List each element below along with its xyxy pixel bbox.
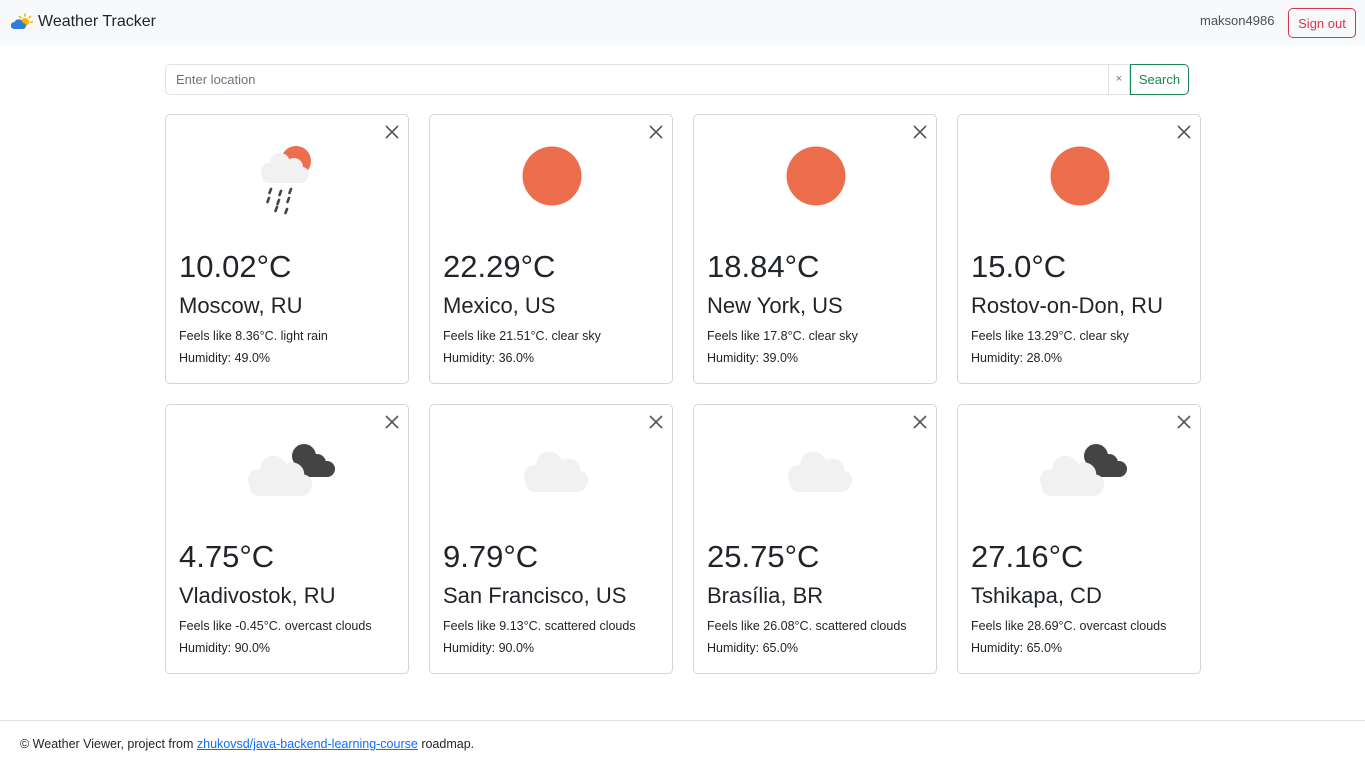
card-humidity: Humidity: 90.0% <box>443 641 535 655</box>
card-description: Feels like 9.13°C. scattered clouds <box>443 619 636 633</box>
card-temperature: 18.84°C <box>707 249 820 284</box>
brand-title: Weather Tracker <box>38 13 156 30</box>
location-search-input[interactable] <box>165 64 1109 95</box>
footer-suffix: roadmap. <box>417 737 475 751</box>
card-description: Feels like 21.51°C. clear sky <box>443 329 601 343</box>
clear-sky-icon <box>522 146 582 206</box>
card-city: Moscow, RU <box>179 293 303 318</box>
weather-card: 9.79°C San Francisco, US Feels like 9.13… <box>429 404 673 674</box>
weather-card: 25.75°C Brasília, BR Feels like 26.08°C.… <box>693 404 937 674</box>
card-city: Vladivostok, RU <box>179 583 336 608</box>
card-description: Feels like 13.29°C. clear sky <box>971 329 1129 343</box>
card-description: Feels like 28.69°C. overcast clouds <box>971 619 1167 633</box>
close-icon[interactable] <box>912 124 928 140</box>
card-city: New York, US <box>707 293 843 318</box>
username: makson4986 <box>1200 13 1275 28</box>
card-humidity: Humidity: 28.0% <box>971 351 1063 365</box>
card-description: Feels like 26.08°C. scattered clouds <box>707 619 907 633</box>
clear-sky-icon <box>786 146 846 206</box>
card-temperature: 4.75°C <box>179 539 275 574</box>
scattered-clouds-icon <box>524 451 589 492</box>
overcast-clouds-icon <box>1040 444 1127 496</box>
card-temperature: 25.75°C <box>707 539 820 574</box>
navbar: Weather Tracker makson4986 Sign out <box>0 0 1365 45</box>
card-description: Feels like 17.8°C. clear sky <box>707 329 858 343</box>
card-temperature: 9.79°C <box>443 539 539 574</box>
close-icon[interactable] <box>648 414 664 430</box>
close-icon[interactable] <box>1176 414 1192 430</box>
card-temperature: 27.16°C <box>971 539 1084 574</box>
overcast-clouds-icon <box>248 444 335 496</box>
footer-prefix: © Weather Viewer, project from <box>20 737 197 751</box>
card-city: Tshikapa, CD <box>971 583 1102 608</box>
weather-card: 15.0°C Rostov-on-Don, RU Feels like 13.2… <box>957 114 1201 384</box>
card-humidity: Humidity: 90.0% <box>179 641 271 655</box>
footer-divider <box>0 720 1365 721</box>
card-city: Rostov-on-Don, RU <box>971 293 1163 318</box>
card-temperature: 22.29°C <box>443 249 556 284</box>
weather-card: 18.84°C New York, US Feels like 17.8°C. … <box>693 114 937 384</box>
card-humidity: Humidity: 39.0% <box>707 351 799 365</box>
card-temperature: 15.0°C <box>971 249 1067 284</box>
card-humidity: Humidity: 36.0% <box>443 351 535 365</box>
card-city: Brasília, BR <box>707 583 824 608</box>
weather-card: 22.29°C Mexico, US Feels like 21.51°C. c… <box>429 114 673 384</box>
close-icon[interactable] <box>384 124 400 140</box>
card-humidity: Humidity: 49.0% <box>179 351 271 365</box>
footer: © Weather Viewer, project from zhukovsd/… <box>20 737 474 751</box>
weather-card: 10.02°C Moscow, RU Feels like 8.36°C. li… <box>165 114 409 384</box>
scattered-clouds-icon <box>788 451 853 492</box>
card-city: San Francisco, US <box>443 583 627 608</box>
card-humidity: Humidity: 65.0% <box>971 641 1063 655</box>
card-city: Mexico, US <box>443 293 556 318</box>
search-button[interactable]: Search <box>1130 64 1189 95</box>
brand[interactable]: Weather Tracker <box>11 11 156 33</box>
footer-repo-link[interactable]: zhukovsd/java-backend-learning-course <box>197 737 418 751</box>
clear-search-button[interactable]: × <box>1108 64 1130 95</box>
light-rain-icon <box>261 146 311 215</box>
card-humidity: Humidity: 65.0% <box>707 641 799 655</box>
weather-card: 4.75°C Vladivostok, RU Feels like -0.45°… <box>165 404 409 674</box>
close-icon[interactable] <box>648 124 664 140</box>
clear-sky-icon <box>1050 146 1110 206</box>
sign-out-button[interactable]: Sign out <box>1288 8 1356 38</box>
close-icon[interactable] <box>384 414 400 430</box>
card-description: Feels like 8.36°C. light rain <box>179 329 328 343</box>
card-description: Feels like -0.45°C. overcast clouds <box>179 619 372 633</box>
close-icon[interactable] <box>912 414 928 430</box>
card-temperature: 10.02°C <box>179 249 292 284</box>
weather-card: 27.16°C Tshikapa, CD Feels like 28.69°C.… <box>957 404 1201 674</box>
close-icon[interactable] <box>1176 124 1192 140</box>
weather-logo-icon <box>11 13 33 29</box>
